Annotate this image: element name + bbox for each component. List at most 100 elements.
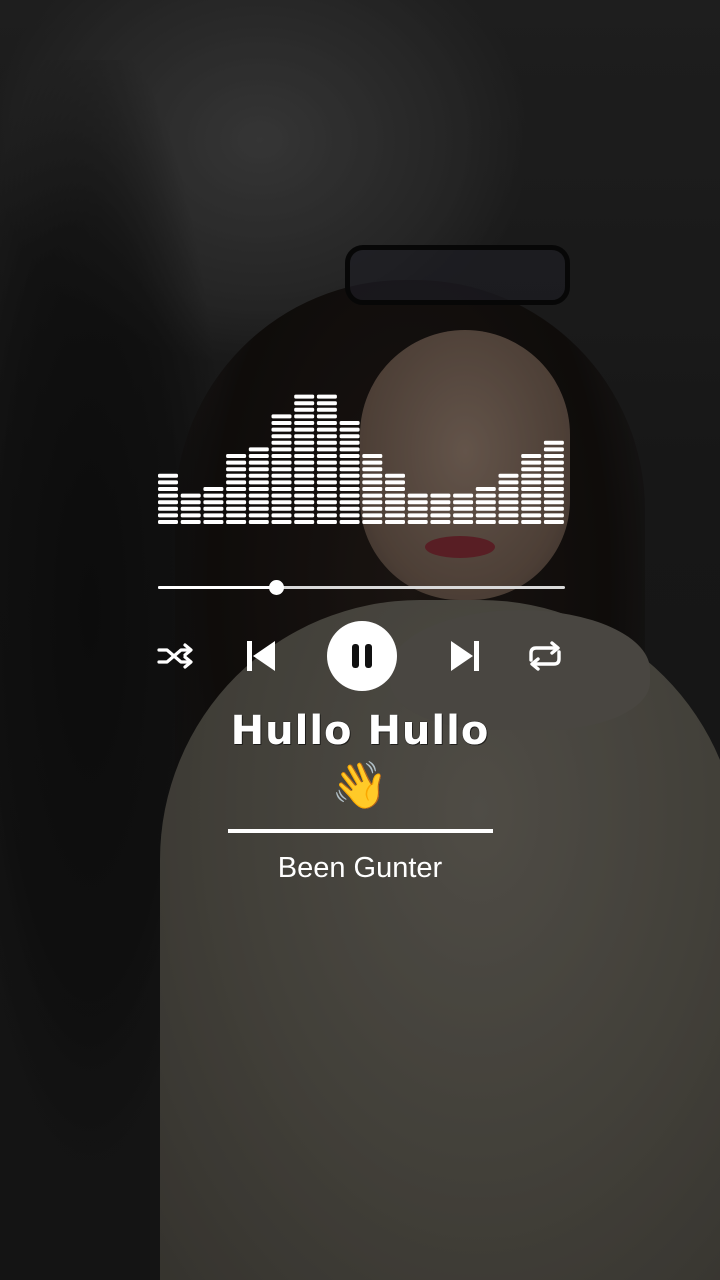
equalizer-segment	[226, 460, 247, 465]
repeat-button[interactable]	[520, 620, 570, 692]
equalizer-segment	[158, 520, 178, 524]
equalizer-bar	[453, 493, 474, 524]
artist-name: Been Gunter	[277, 852, 443, 884]
equalizer-segment	[316, 513, 337, 518]
equalizer-segment	[294, 447, 315, 452]
equalizer-segment	[407, 493, 428, 498]
equalizer-segment	[339, 454, 360, 458]
equalizer-segment	[158, 480, 178, 485]
equalizer-segment	[362, 500, 383, 505]
equalizer-segment	[248, 513, 269, 518]
equalizer-segment	[385, 506, 405, 511]
equalizer-segment	[385, 473, 405, 478]
progress-knob[interactable]	[269, 580, 285, 595]
equalizer-segment	[521, 493, 542, 498]
equalizer-segment	[521, 487, 542, 491]
equalizer-segment	[294, 473, 315, 478]
equalizer-bar	[271, 414, 292, 524]
equalizer-bar	[521, 454, 542, 524]
equalizer-segment	[316, 520, 337, 524]
equalizer-segment	[543, 500, 564, 505]
equalizer-segment	[316, 394, 337, 399]
equalizer-segment	[158, 513, 178, 518]
equalizer-segment	[294, 421, 315, 425]
equalizer-segment	[339, 460, 360, 465]
equalizer-segment	[362, 513, 383, 518]
equalizer-segment	[248, 506, 269, 511]
equalizer-segment	[180, 513, 201, 518]
equalizer-segment	[294, 440, 315, 445]
equalizer-segment	[430, 500, 451, 505]
equalizer-segment	[498, 513, 519, 518]
equalizer-segment	[271, 473, 292, 478]
equalizer-segment	[271, 493, 292, 498]
equalizer-segment	[362, 520, 383, 524]
equalizer-segment	[453, 520, 474, 524]
equalizer-segment	[498, 473, 519, 478]
equalizer-bar	[385, 473, 405, 524]
equalizer-segment	[316, 427, 337, 432]
equalizer-segment	[316, 407, 337, 412]
equalizer-segment	[407, 513, 428, 518]
equalizer-segment	[385, 520, 405, 524]
equalizer-segment	[339, 467, 360, 472]
equalizer-segment	[339, 473, 360, 478]
next-button[interactable]	[440, 620, 490, 692]
equalizer-segment	[294, 513, 315, 518]
progress-bar[interactable]	[158, 578, 565, 598]
equalizer-segment	[453, 493, 474, 498]
equalizer-segment	[294, 454, 315, 458]
equalizer-graphic	[158, 394, 564, 524]
equalizer-segment	[316, 467, 337, 472]
equalizer-segment	[543, 467, 564, 472]
equalizer-segment	[316, 480, 337, 485]
equalizer-segment	[271, 440, 292, 445]
equalizer-segment	[430, 506, 451, 511]
equalizer-segment	[226, 500, 247, 505]
equalizer-segment	[248, 460, 269, 465]
equalizer-segment	[271, 414, 292, 419]
equalizer-segment	[339, 421, 360, 425]
equalizer-segment	[385, 513, 405, 518]
equalizer-segment	[339, 493, 360, 498]
equalizer-segment	[226, 454, 247, 458]
equalizer-segment	[498, 506, 519, 511]
equalizer-segment	[248, 467, 269, 472]
equalizer-segment	[521, 473, 542, 478]
equalizer-segment	[294, 427, 315, 432]
equalizer-segment	[362, 460, 383, 465]
equalizer-segment	[543, 506, 564, 511]
equalizer-segment	[521, 506, 542, 511]
progress-fill	[158, 586, 277, 589]
title-divider	[228, 829, 493, 833]
equalizer-segment	[385, 480, 405, 485]
equalizer-segment	[339, 427, 360, 432]
equalizer-segment	[362, 487, 383, 491]
previous-button[interactable]	[236, 620, 286, 692]
equalizer-segment	[498, 487, 519, 491]
equalizer-segment	[294, 467, 315, 472]
equalizer-segment	[226, 506, 247, 511]
shuffle-button[interactable]	[150, 620, 200, 692]
equalizer-segment	[248, 493, 269, 498]
equalizer-segment	[226, 480, 247, 485]
equalizer-segment	[294, 493, 315, 498]
equalizer-segment	[498, 480, 519, 485]
equalizer-segment	[362, 480, 383, 485]
skip-next-icon	[451, 641, 479, 671]
equalizer-segment	[475, 506, 496, 511]
equalizer-bar	[543, 440, 564, 524]
equalizer-segment	[294, 506, 315, 511]
equalizer-bar	[339, 421, 360, 524]
equalizer-segment	[316, 493, 337, 498]
pause-button[interactable]	[326, 620, 398, 692]
equalizer-segment	[294, 414, 315, 419]
equalizer-segment	[203, 506, 224, 511]
equalizer-segment	[271, 447, 292, 452]
equalizer-segment	[180, 493, 201, 498]
skip-previous-icon	[247, 641, 275, 671]
equalizer-segment	[339, 513, 360, 518]
equalizer-segment	[521, 467, 542, 472]
equalizer-segment	[521, 500, 542, 505]
equalizer-segment	[248, 480, 269, 485]
